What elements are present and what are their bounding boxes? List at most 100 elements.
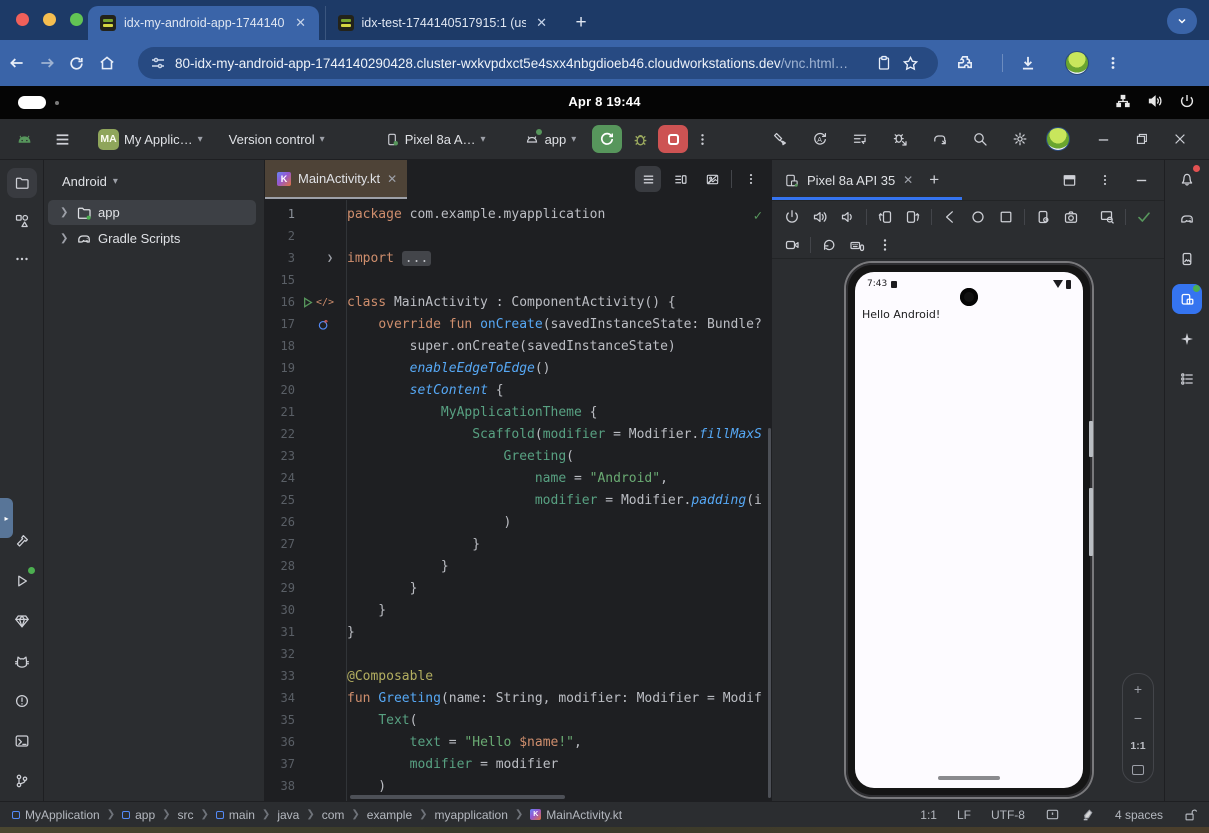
tool-stripe-git-branch[interactable]	[7, 766, 37, 796]
bookmark-star-icon[interactable]	[902, 55, 928, 72]
maximize-traffic-icon[interactable]	[70, 13, 83, 26]
check-deployed-icon[interactable]	[1130, 204, 1158, 230]
rotate-left-icon[interactable]	[871, 204, 899, 230]
breadcrumb-item[interactable]: main	[216, 808, 255, 822]
breadcrumb-item[interactable]: java	[277, 808, 299, 822]
code-line-23[interactable]: 23 Greeting(	[265, 445, 772, 467]
camera-snapshot-icon[interactable]	[1057, 204, 1085, 230]
new-tab-button[interactable]: +	[576, 12, 587, 34]
search-icon[interactable]	[966, 125, 994, 153]
breadcrumb-item[interactable]: com	[322, 808, 345, 822]
code-line-29[interactable]: 29 }	[265, 577, 772, 599]
code-line-17[interactable]: 17 override fun onCreate(savedInstanceSt…	[265, 313, 772, 335]
emulator-tab-label[interactable]: Pixel 8a API 35	[807, 173, 895, 188]
tool-stripe-sparkle[interactable]	[1172, 324, 1202, 354]
editor-hscrollbar[interactable]	[350, 795, 565, 799]
code-line-19[interactable]: 19 enableEdgeToEdge()	[265, 357, 772, 379]
vcs-widget[interactable]: Version control ▾	[229, 132, 325, 147]
fold-chevron-icon[interactable]: ❯	[327, 253, 333, 264]
home-icon[interactable]	[98, 54, 128, 72]
code-line-3[interactable]: 3❯import ...	[265, 247, 772, 269]
reset-icon[interactable]	[815, 232, 843, 258]
tool-stripe-run-play[interactable]	[7, 566, 37, 596]
code-line-38[interactable]: 38 )	[265, 775, 772, 797]
editor-options-icon[interactable]	[738, 166, 764, 192]
editor-preview-icon[interactable]	[699, 166, 725, 192]
code-line-20[interactable]: 20 setContent {	[265, 379, 772, 401]
phone-screen[interactable]: 7:43 Hello Android!	[855, 272, 1083, 788]
expand-chevron-icon[interactable]: ❯	[60, 233, 70, 244]
code-line-33[interactable]: 33@Composable	[265, 665, 772, 687]
main-menu-icon[interactable]	[48, 125, 76, 153]
forward-icon[interactable]	[38, 54, 68, 72]
debug-icon[interactable]	[626, 125, 654, 153]
device-selector[interactable]: Pixel 8a A… ▾	[385, 132, 486, 147]
minimize-traffic-icon[interactable]	[43, 13, 56, 26]
stop-button[interactable]	[658, 125, 688, 153]
profiler-hammer-icon[interactable]	[766, 125, 794, 153]
tree-item-app[interactable]: ❯ app	[48, 200, 256, 225]
code-line-18[interactable]: 18 super.onCreate(savedInstanceState)	[265, 335, 772, 357]
window-layout-icon[interactable]	[1056, 167, 1082, 193]
lock-icon[interactable]	[1183, 808, 1197, 822]
profile-avatar[interactable]	[1065, 51, 1089, 75]
avatar-icon[interactable]	[1046, 127, 1070, 151]
build-list-icon[interactable]	[846, 125, 874, 153]
breadcrumb-item[interactable]: KMainActivity.kt	[530, 808, 622, 822]
close-tab-icon[interactable]: ✕	[293, 15, 309, 31]
code-line-21[interactable]: 21 MyApplicationTheme {	[265, 401, 772, 423]
reload-icon[interactable]	[68, 55, 98, 72]
tool-stripe-bell[interactable]	[1172, 164, 1202, 194]
analysis-ok-icon[interactable]: ✓	[754, 208, 762, 224]
tool-stripe-more-dots[interactable]	[7, 244, 37, 274]
address-bar[interactable]: 80-idx-my-android-app-1744140290428.clus…	[138, 47, 938, 79]
code-line-2[interactable]: 2	[265, 225, 772, 247]
code-line-24[interactable]: 24 name = "Android",	[265, 467, 772, 489]
downloads-icon[interactable]	[1019, 54, 1049, 72]
gradle-sync-icon[interactable]	[926, 125, 954, 153]
nav-back-icon[interactable]	[936, 204, 964, 230]
volume-down-icon[interactable]	[834, 204, 862, 230]
screen-search-icon[interactable]	[1093, 204, 1121, 230]
tool-stripe-device-image[interactable]	[1172, 244, 1202, 274]
clipboard-icon[interactable]	[876, 55, 902, 71]
tool-stripe-hammer[interactable]	[7, 526, 37, 556]
run-more-icon[interactable]	[688, 125, 716, 153]
code-line-22[interactable]: 22 Scaffold(modifier = Modifier.fillMaxS	[265, 423, 772, 445]
tool-stripe-gem[interactable]	[7, 606, 37, 636]
code-line-27[interactable]: 27 }	[265, 533, 772, 555]
device-settings-icon[interactable]	[1029, 204, 1057, 230]
code-line-1[interactable]: 1package com.example.myapplication✓	[265, 203, 772, 225]
phone-nav-pill[interactable]	[938, 776, 1000, 780]
zoom-out-button[interactable]: −	[1134, 710, 1142, 726]
tool-stripe-problems[interactable]	[7, 686, 37, 716]
editor-view-code-icon[interactable]	[635, 166, 661, 192]
kebab-icon[interactable]	[871, 232, 899, 258]
zoom-in-button[interactable]: +	[1134, 681, 1142, 697]
zoom-ratio-button[interactable]: 1:1	[1130, 740, 1145, 752]
project-view-selector[interactable]: Android ▾	[44, 160, 264, 199]
code-line-28[interactable]: 28 }	[265, 555, 772, 577]
close-emulator-tab-icon[interactable]: ✕	[903, 173, 913, 187]
screen-record-icon[interactable]	[778, 232, 806, 258]
close-traffic-icon[interactable]	[16, 13, 29, 26]
power-icon[interactable]	[1179, 93, 1195, 109]
breadcrumb-item[interactable]: example	[367, 808, 412, 822]
tool-stripe-logcat-cat[interactable]	[7, 646, 37, 676]
tool-stripe-folder[interactable]	[7, 168, 37, 198]
nav-home-icon[interactable]	[964, 204, 992, 230]
restore-window-icon[interactable]	[1135, 132, 1149, 146]
run-class-icon[interactable]	[301, 296, 314, 309]
tool-stripe-gradle-elephant[interactable]	[1172, 204, 1202, 234]
indent-setting[interactable]: 4 spaces	[1115, 808, 1163, 822]
close-tab-icon[interactable]: ✕	[387, 172, 397, 186]
breadcrumb-item[interactable]: MyApplication	[12, 808, 100, 822]
code-line-26[interactable]: 26 )	[265, 511, 772, 533]
nav-overview-icon[interactable]	[992, 204, 1020, 230]
add-device-tab-icon[interactable]: +	[929, 170, 939, 190]
breadcrumb-item[interactable]: src	[178, 808, 194, 822]
panel-options-icon[interactable]	[1092, 167, 1118, 193]
code-line-16[interactable]: 16 </>class MainActivity : ComponentActi…	[265, 291, 772, 313]
close-tab-icon[interactable]: ✕	[534, 15, 550, 31]
volume-up-icon[interactable]	[806, 204, 834, 230]
